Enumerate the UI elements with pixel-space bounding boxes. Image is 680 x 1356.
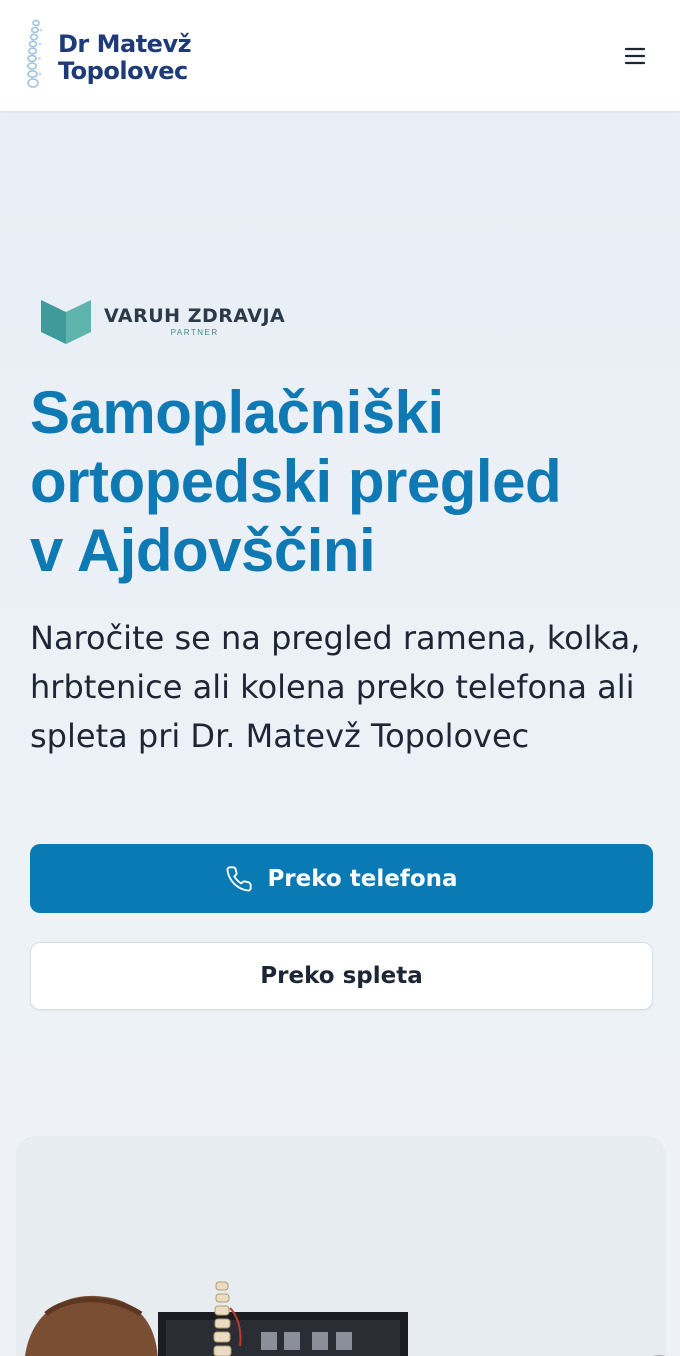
logo-line-2: Topolovec (58, 57, 188, 85)
hero-description: Naročite se na pregled ramena, kolka, hr… (30, 619, 641, 755)
call-by-phone-button[interactable]: Preko telefona (30, 844, 653, 913)
book-online-label: Preko spleta (260, 963, 423, 989)
hamburger-menu-button[interactable] (620, 42, 650, 70)
logo-line-1: Dr Matevž (58, 30, 192, 58)
call-by-phone-label: Preko telefona (267, 865, 458, 892)
logo-wordmark: Dr Matevž Topolovec (58, 30, 192, 85)
hero-headline: Samoplačniški ortopedski pregled v Ajdov… (30, 378, 660, 585)
headline-line-3: v Ajdovščini (30, 517, 376, 584)
doctor-with-spine-model-image (16, 1136, 666, 1356)
headline-line-2: ortopedski pregled (30, 448, 562, 515)
hamburger-menu-icon (624, 47, 646, 65)
phone-icon (226, 865, 253, 891)
partner-badge: VARUH ZDRAVJA PARTNER (40, 298, 285, 344)
headline-line-1: Samoplačniški (30, 379, 444, 446)
spine-logo-icon (27, 19, 43, 88)
book-online-button[interactable]: Preko spleta (30, 942, 653, 1010)
site-logo[interactable]: Dr Matevž Topolovec (22, 16, 192, 94)
clinic-photo (16, 1136, 666, 1356)
partner-name: VARUH ZDRAVJA (104, 305, 286, 327)
partner-subtitle: PARTNER (170, 328, 219, 337)
site-header: Dr Matevž Topolovec (0, 0, 680, 112)
varuh-zdravja-logo-icon (41, 300, 91, 344)
